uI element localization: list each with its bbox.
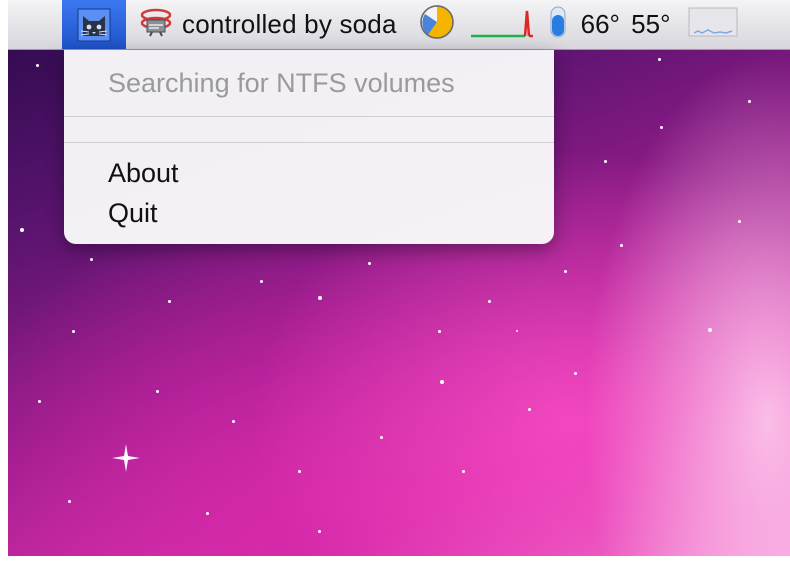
star: [206, 512, 209, 515]
mini-graph-icon: [688, 5, 738, 44]
line-graph-icon: [469, 5, 533, 44]
star: [298, 470, 301, 473]
star: [738, 220, 741, 223]
star: [604, 160, 607, 163]
menu-separator: [64, 116, 554, 117]
star: [68, 500, 71, 503]
desktop: controlled by soda 66° 55° Searching for…: [8, 0, 790, 556]
menu-item-quit[interactable]: Quit: [108, 198, 158, 229]
menu-separator: [64, 142, 554, 143]
star: [72, 330, 75, 333]
star: [488, 300, 491, 303]
bright-star: [112, 444, 140, 472]
star: [232, 420, 235, 423]
menubar-mini-graph-item[interactable]: [688, 0, 738, 49]
star: [708, 328, 712, 332]
star: [462, 470, 465, 473]
temperature-readout[interactable]: 66° 55°: [581, 0, 671, 49]
star: [20, 228, 24, 232]
menubar-app-item[interactable]: [62, 0, 126, 49]
star: [516, 330, 518, 332]
star: [260, 280, 263, 283]
menubar-pie-item[interactable]: [419, 0, 455, 49]
star: [440, 380, 444, 384]
star: [564, 270, 567, 273]
star: [318, 296, 322, 300]
star: [748, 100, 751, 103]
star: [38, 400, 41, 403]
star: [368, 262, 371, 265]
menubar-activity-item[interactable]: [469, 0, 533, 49]
star: [438, 330, 441, 333]
status-text: controlled by soda: [182, 9, 397, 39]
star: [318, 530, 321, 533]
cat-face-icon: [77, 8, 111, 42]
menubar-status-item[interactable]: controlled by soda: [138, 0, 397, 49]
menu-item-searching: Searching for NTFS volumes: [108, 68, 455, 98]
menu-item-about[interactable]: About: [108, 158, 179, 189]
star: [380, 436, 383, 439]
dropdown-menu: Searching for NTFS volumes About Quit: [64, 50, 554, 244]
star: [574, 372, 577, 375]
star: [528, 408, 531, 411]
star: [620, 244, 623, 247]
star: [36, 64, 39, 67]
star: [90, 258, 93, 261]
thermometer-icon: [549, 5, 567, 44]
pie-chart-icon: [419, 4, 455, 45]
star: [660, 126, 663, 129]
sign-icon: [138, 7, 174, 42]
menu-bar: controlled by soda 66° 55°: [8, 0, 790, 50]
menubar-thermometer-item[interactable]: [549, 0, 567, 49]
star: [156, 390, 159, 393]
star: [658, 58, 661, 61]
star: [168, 300, 171, 303]
